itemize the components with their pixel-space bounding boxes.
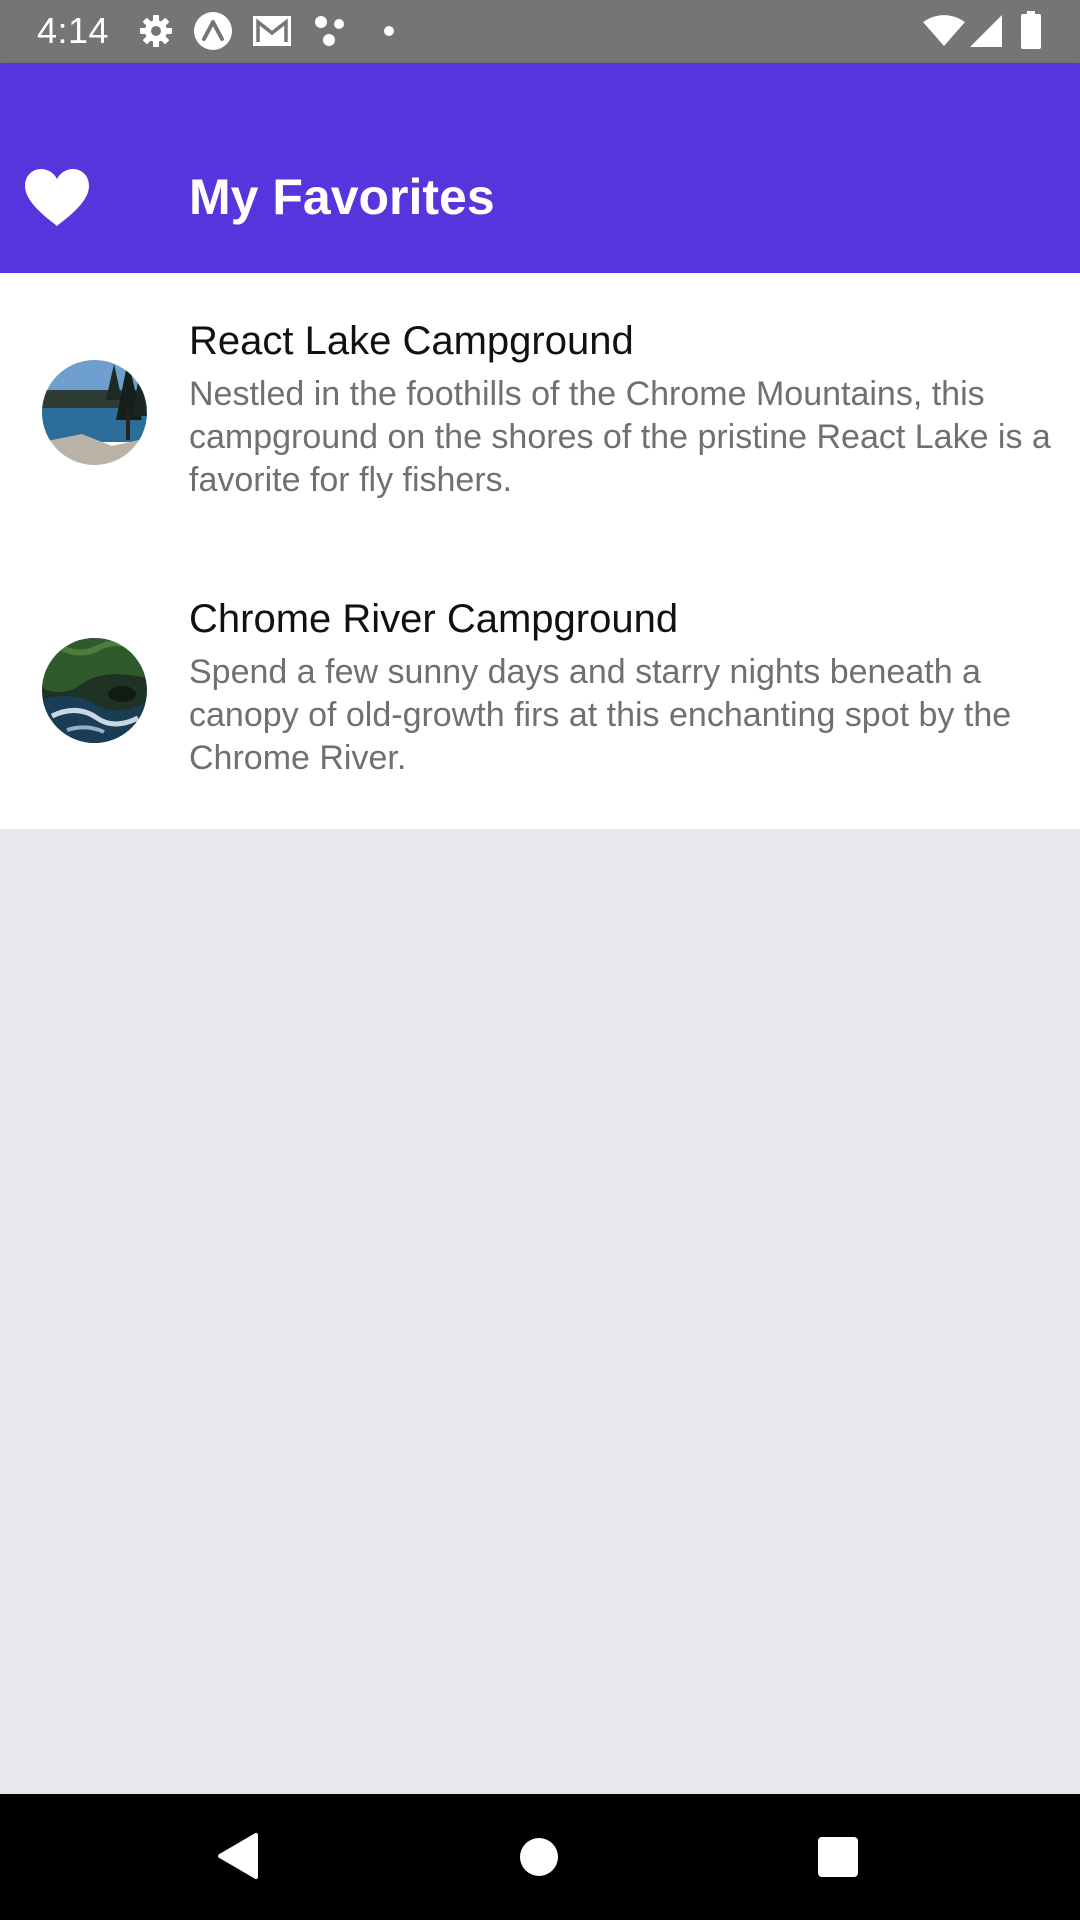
battery-icon (1021, 11, 1041, 49)
expo-icon (194, 12, 232, 50)
heart-icon (25, 169, 89, 226)
campground-thumbnail (42, 360, 147, 465)
dots-icon (315, 16, 344, 46)
wifi-icon (923, 15, 965, 46)
item-title: Chrome River Campground (189, 597, 679, 641)
back-icon[interactable] (214, 1831, 262, 1881)
app-bar: My Favorites (0, 63, 1080, 273)
dot-icon (384, 26, 394, 36)
gmail-icon (253, 16, 291, 46)
gear-icon (140, 15, 172, 47)
navigation-bar (0, 1794, 1080, 1920)
list-item[interactable]: React Lake Campground Nestled in the foo… (0, 273, 1080, 551)
recents-icon[interactable] (817, 1836, 859, 1878)
status-time: 4:14 (37, 10, 110, 51)
item-description: Spend a few sunny days and starry nights… (189, 653, 1012, 777)
favorites-list: React Lake Campground Nestled in the foo… (0, 273, 1080, 829)
home-icon[interactable] (518, 1836, 560, 1878)
status-bar: 4:14 (0, 0, 1080, 63)
item-title: React Lake Campground (189, 319, 634, 363)
item-description: Nestled in the foothills of the Chrome M… (189, 375, 1051, 499)
page-title: My Favorites (189, 169, 495, 225)
campground-thumbnail (42, 638, 147, 743)
signal-icon (970, 15, 1002, 47)
list-item[interactable]: Chrome River Campground Spend a few sunn… (0, 551, 1080, 829)
